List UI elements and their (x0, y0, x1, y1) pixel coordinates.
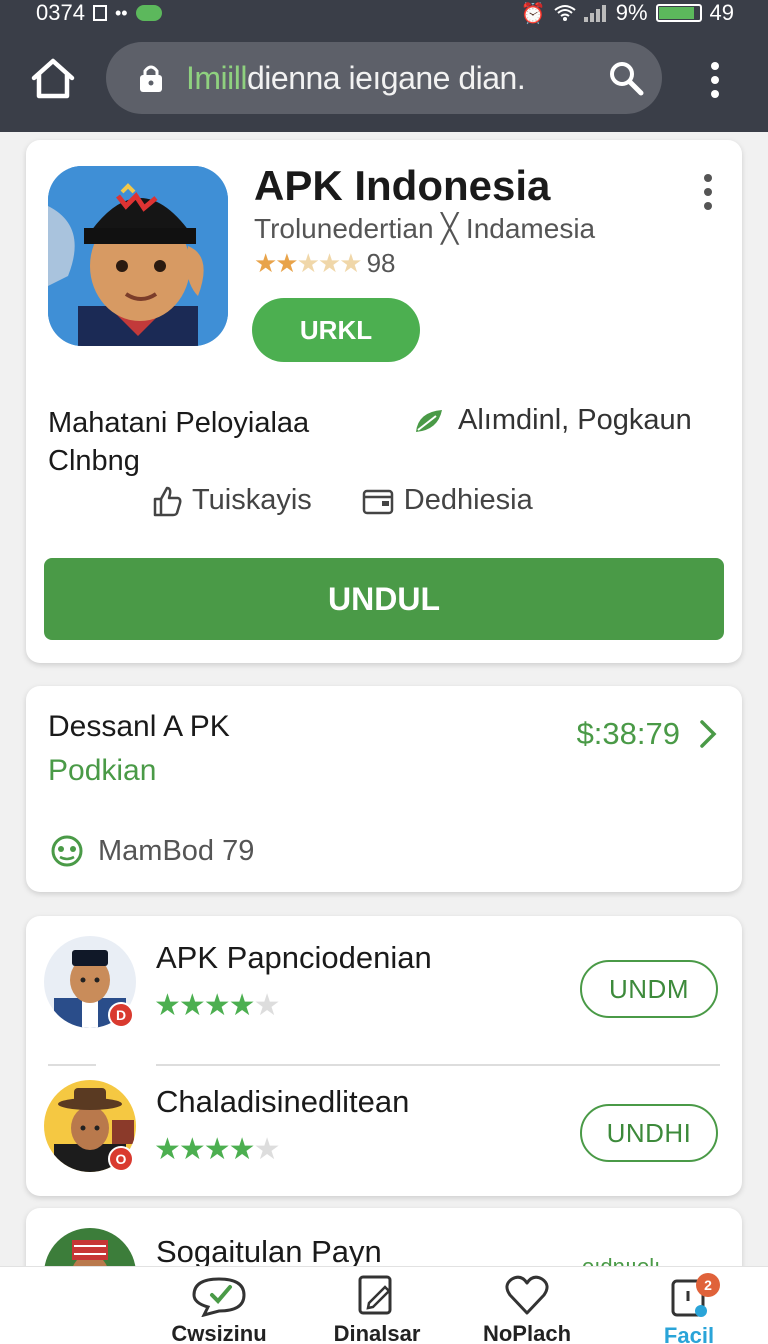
app-list-card: D APK Papnciodenian ★★★★★ UNDM O Chaladi… (26, 916, 742, 1196)
browser-toolbar: Imiilldienna ieıgane dian. (0, 26, 768, 132)
meta2-text: Dedhiesia (403, 484, 533, 516)
status-badge: D (108, 1002, 134, 1028)
list-item-button[interactable]: UNDM (580, 960, 718, 1018)
list-item[interactable]: D APK Papnciodenian ★★★★★ UNDM (26, 926, 742, 1066)
home-icon[interactable] (28, 56, 78, 102)
list-item-stars: ★★★★★ (154, 989, 280, 1022)
chat-check-icon (192, 1277, 246, 1317)
download-button[interactable]: UNDUL (44, 558, 724, 640)
status-time: 0374 (36, 0, 85, 25)
android-icon (51, 835, 83, 867)
wallet-meta[interactable]: Dedhiesia (362, 484, 533, 517)
divider (48, 1064, 720, 1066)
app-subtitle: Trolunedertian ╳ Indamesia (254, 213, 596, 244)
category-text: Alımdinl, Pogkaun (458, 404, 692, 436)
developer-name: Mahatani Peloyialaa Clnbng (48, 407, 310, 477)
more-dots-icon: •• (114, 2, 128, 23)
status-bar: 0374 •• ⏰ 9% 49 (0, 0, 768, 26)
small-action-button[interactable]: URKL (252, 298, 420, 362)
status-badge: O (108, 1146, 134, 1172)
notification-square-icon (92, 5, 107, 21)
heart-icon (505, 1275, 549, 1315)
app-notification-icon (135, 5, 162, 21)
leaf-icon (416, 409, 442, 432)
rating-stars: ★★★★★ (254, 248, 363, 278)
wallet-icon (362, 489, 394, 514)
lock-icon (140, 65, 162, 92)
nav-label: Cwsizinu (171, 1321, 267, 1344)
nav-label: Facil (663, 1323, 715, 1344)
nav-item-chat[interactable]: Cwsizinu (154, 1273, 284, 1344)
battery-icon (655, 4, 702, 22)
battery-percent: 9% (615, 0, 648, 25)
app-icon (48, 166, 228, 346)
app-title: APK Indonesia (254, 162, 551, 209)
nav-label: Dinalsar (333, 1321, 421, 1344)
detail-meta: MamBod 79 (48, 832, 254, 870)
rating-count: 98 (366, 248, 396, 278)
wifi-icon (554, 5, 576, 21)
app-icon-image (48, 166, 228, 346)
detail-card[interactable]: Dessanl A PK Podkian $:38:79 MamBod 79 (26, 686, 742, 892)
battery-fill (658, 7, 695, 19)
app-more-icon[interactable] (698, 170, 718, 214)
chevron-right-icon[interactable] (698, 718, 718, 750)
search-icon[interactable] (608, 60, 644, 96)
url-rest: dienna ieıgane dian. (246, 59, 526, 96)
list-item-title: APK Papnciodenian (156, 940, 432, 975)
status-extra: 49 (709, 0, 734, 25)
nav-item-favorites[interactable]: NoPlach (462, 1273, 592, 1344)
url-bar[interactable]: Imiilldienna ieıgane dian. (106, 42, 662, 114)
list-item-title: Sogaitulan Payn (156, 1234, 382, 1269)
list-item-button[interactable]: UNDHI (580, 1104, 718, 1162)
app-category: Alımdinl, Pogkaun (412, 404, 692, 437)
list-item-title: Chaladisinedlitean (156, 1084, 410, 1119)
list-item-stars: ★★★★★ (154, 1133, 280, 1166)
notification-badge: 2 (696, 1273, 720, 1297)
like-meta[interactable]: Tuiskayis (152, 484, 312, 517)
nav-item-notifications[interactable]: 2 Facil (624, 1273, 754, 1344)
meta1-text: Tuiskayis (192, 484, 312, 516)
app-header-card: APK Indonesia Trolunedertian ╳ Indamesia… (26, 140, 742, 663)
url-text: Imiilldienna ieıgane dian. (186, 59, 526, 97)
list-item[interactable]: O Chaladisinedlitean ★★★★★ UNDHI (26, 1070, 742, 1200)
url-highlight: Imiill (186, 59, 247, 96)
detail-subtitle: Podkian (48, 754, 157, 787)
detail-price: $:38:79 (576, 716, 680, 751)
alarm-icon: ⏰ (520, 2, 546, 25)
status-right: ⏰ 9% 49 (521, 0, 734, 26)
bottom-navigation: Cwsizinu Dinalsar NoPlach 2 Facil (0, 1266, 768, 1344)
edit-icon (358, 1275, 392, 1315)
detail-title: Dessanl A PK (48, 710, 230, 743)
nav-label: NoPlach (482, 1321, 572, 1344)
nav-item-edit[interactable]: Dinalsar (312, 1273, 442, 1344)
thumbs-up-icon (153, 486, 182, 516)
app-rating: ★★★★★ 98 (254, 248, 395, 279)
signal-icon (583, 5, 606, 22)
status-left: 0374 •• (36, 0, 162, 26)
app-meta: Tuiskayis Dedhiesia (152, 484, 533, 517)
browser-menu-icon[interactable] (700, 58, 730, 102)
detail-meta-text: MamBod 79 (98, 834, 255, 867)
